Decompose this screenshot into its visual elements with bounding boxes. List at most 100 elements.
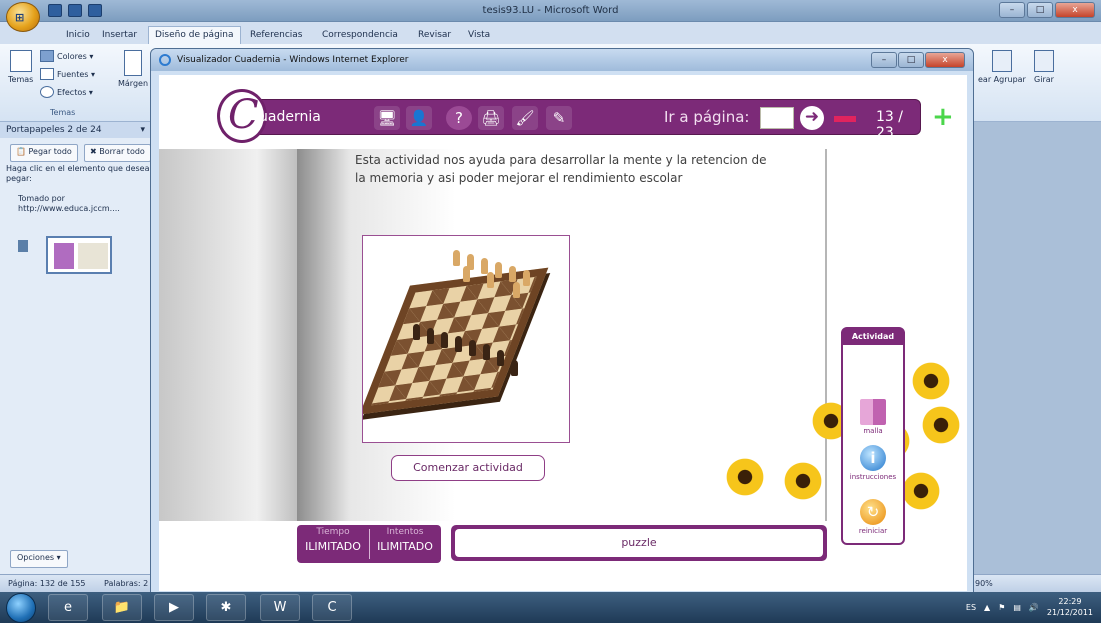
chevron-down-icon[interactable]: ▾ <box>140 125 145 135</box>
girar-label: Girar <box>1034 75 1054 84</box>
ie-logo-icon <box>159 54 171 66</box>
clipboard-pane: Portapapeles 2 de 24 ▾ 📋 Pegar todo ✖ Bo… <box>0 122 152 574</box>
paste-all-button[interactable]: 📋 Pegar todo <box>10 144 78 162</box>
tab-referencias[interactable]: Referencias <box>250 30 303 40</box>
office-button[interactable]: ⊞ <box>6 2 40 32</box>
chess-piece <box>441 332 448 348</box>
user-icon[interactable]: 👤 <box>406 106 432 130</box>
previous-page-button[interactable] <box>834 116 856 122</box>
margenes-button[interactable]: Márgen <box>118 50 148 88</box>
tab-insertar[interactable]: Insertar <box>102 30 137 40</box>
office-logo-icon: ⊞ <box>15 11 25 24</box>
colores-button[interactable]: Colores ▾ <box>40 50 93 62</box>
tiempo-label: Tiempo <box>316 527 350 537</box>
tiempo-value: ILIMITADO <box>305 540 361 553</box>
ie-window-title: Visualizador Cuadernia - Windows Interne… <box>177 55 409 65</box>
instrucciones-button[interactable]: i instrucciones <box>843 445 903 481</box>
activity-page: Esta actividad nos ayuda para desarrolla… <box>297 149 963 521</box>
help-icon[interactable]: ? <box>446 106 472 130</box>
flower-image <box>909 359 953 403</box>
status-page[interactable]: Página: 132 de 155 <box>8 579 86 588</box>
logo-text: uadernia <box>259 109 321 125</box>
print-icon[interactable]: 🖨 <box>478 106 504 130</box>
language-indicator[interactable]: ES <box>966 603 976 612</box>
close-button[interactable]: x <box>1055 2 1095 18</box>
group-icon <box>991 50 1012 72</box>
word-document-area <box>970 122 1101 574</box>
clipboard-title: Portapapeles 2 de 24 <box>6 125 102 135</box>
eraser-icon[interactable]: ✎ <box>546 106 572 130</box>
minimize-button[interactable]: – <box>999 2 1025 18</box>
effects-icon <box>40 86 54 98</box>
chess-piece <box>511 360 518 376</box>
options-button[interactable]: Opciones ▾ <box>10 550 68 568</box>
start-activity-button[interactable]: Comenzar actividad <box>391 455 545 481</box>
fuentes-button[interactable]: Fuentes ▾ <box>40 68 95 80</box>
logo-letter: C <box>228 92 259 138</box>
brush-icon[interactable]: 🖌 <box>512 106 538 130</box>
ie-taskbar-icon[interactable]: e <box>48 594 88 621</box>
colores-label: Colores ▾ <box>57 51 94 61</box>
margins-icon <box>124 50 143 76</box>
maximize-button[interactable]: □ <box>1027 2 1053 18</box>
agrupar-button[interactable]: ear Agrupar <box>978 50 1026 84</box>
network-icon[interactable]: ▤ <box>1013 603 1021 612</box>
chess-piece <box>463 266 470 282</box>
tab-revisar[interactable]: Revisar <box>418 30 451 40</box>
cuadernia-taskbar-icon[interactable]: C <box>312 594 352 621</box>
clear-all-button[interactable]: ✖ Borrar todo <box>84 144 151 162</box>
clipboard-thumbnail[interactable] <box>46 236 112 274</box>
actividad-panel: Actividad malla i instrucciones ↻ reinic… <box>841 327 905 545</box>
margenes-label: Márgen <box>118 79 149 88</box>
chess-piece <box>483 344 490 360</box>
tab-vista[interactable]: Vista <box>468 30 490 40</box>
ie-close-button[interactable]: x <box>925 52 965 68</box>
activity-counters: Tiempo ILIMITADO Intentos ILIMITADO <box>297 525 441 563</box>
flower-image <box>781 459 825 503</box>
malla-button[interactable]: malla <box>843 399 903 435</box>
agrupar-label: ear Agrupar <box>978 75 1026 84</box>
temas-button[interactable]: Temas <box>8 50 33 84</box>
monitor-icon[interactable]: 🖥 <box>374 106 400 130</box>
status-words[interactable]: Palabras: 2 <box>104 579 148 588</box>
page-left-shadow <box>159 149 299 521</box>
page-counter: 13 / 23 <box>876 109 903 141</box>
ie-maximize-button[interactable]: □ <box>898 52 924 68</box>
flower-image <box>899 469 943 513</box>
colors-icon <box>40 50 54 62</box>
reiniciar-label: reiniciar <box>858 527 888 535</box>
zoom-level[interactable]: 90% <box>975 579 993 588</box>
clipboard-item-icon <box>18 240 28 252</box>
activity-type-bar: puzzle <box>451 525 827 561</box>
tab-inicio[interactable]: Inicio <box>66 30 90 40</box>
tab-diseno-de-pagina[interactable]: Diseño de página <box>148 26 241 44</box>
girar-button[interactable]: Girar <box>1034 50 1054 84</box>
goto-page-input[interactable] <box>760 107 794 129</box>
chess-piece <box>455 336 462 352</box>
word-taskbar-icon[interactable]: W <box>260 594 300 621</box>
volume-icon[interactable]: 🔊 <box>1029 603 1039 612</box>
efectos-label: Efectos ▾ <box>57 87 93 97</box>
show-hidden-icons-icon[interactable]: ▲ <box>984 603 990 612</box>
intentos-label: Intentos <box>386 527 424 537</box>
efectos-button[interactable]: Efectos ▾ <box>40 86 93 98</box>
next-page-button[interactable]: + <box>932 104 954 130</box>
reiniciar-button[interactable]: ↻ reiniciar <box>843 499 903 535</box>
clipboard-item[interactable]: Tomado por http://www.educa.jccm.... <box>18 194 120 214</box>
ie-minimize-button[interactable]: – <box>871 52 897 68</box>
flag-icon[interactable]: ⚑ <box>998 603 1005 612</box>
clear-all-label: Borrar todo <box>99 147 145 156</box>
start-button[interactable] <box>6 593 36 623</box>
go-arrow-icon[interactable]: ➜ <box>800 106 824 130</box>
media-player-taskbar-icon[interactable]: ▶ <box>154 594 194 621</box>
tab-correspondencia[interactable]: Correspondencia <box>322 30 398 40</box>
flower-image <box>919 403 963 447</box>
clock[interactable]: 22:29 21/12/2011 <box>1047 596 1093 618</box>
network-taskbar-icon[interactable]: ✱ <box>206 594 246 621</box>
chess-piece <box>523 270 530 286</box>
fonts-icon <box>40 68 54 80</box>
explorer-taskbar-icon[interactable]: 📁 <box>102 594 142 621</box>
temas-label: Temas <box>8 75 34 84</box>
clock-time: 22:29 <box>1058 597 1082 606</box>
clock-date: 21/12/2011 <box>1046 608 1093 617</box>
